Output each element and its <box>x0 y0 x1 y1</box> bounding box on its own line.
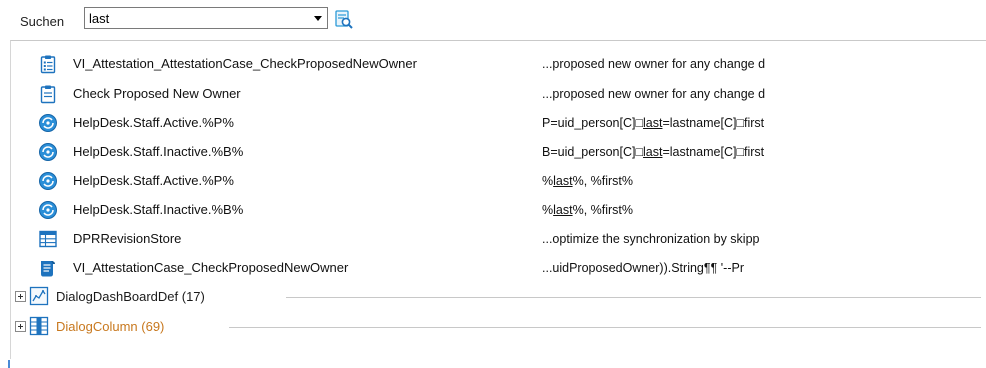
group-divider <box>229 327 981 328</box>
focus-indicator <box>8 360 10 368</box>
globe-script-icon <box>38 113 58 133</box>
clipboard-icon <box>38 84 58 104</box>
search-results-tree: VI_Attestation_AttestationCase_CheckProp… <box>10 40 986 359</box>
result-row[interactable]: DPRRevisionStore ...optimize the synchro… <box>11 228 981 250</box>
search-input[interactable] <box>85 8 307 28</box>
result-name: DPRRevisionStore <box>73 231 182 246</box>
clipboard-list-icon <box>38 54 58 74</box>
table-icon <box>38 229 58 249</box>
script-scroll-icon <box>38 258 58 278</box>
search-database-icon <box>335 10 353 29</box>
result-row[interactable]: HelpDesk.Staff.Inactive.%B% B=uid_person… <box>11 141 981 163</box>
result-row[interactable]: VI_Attestation_AttestationCase_CheckProp… <box>11 53 981 75</box>
result-name: HelpDesk.Staff.Active.%P% <box>73 173 234 188</box>
dashboard-chart-icon <box>29 286 49 306</box>
globe-script-icon <box>38 142 58 162</box>
group-label: DialogColumn (69) <box>56 319 165 334</box>
result-name: HelpDesk.Staff.Inactive.%B% <box>73 144 244 159</box>
search-button[interactable] <box>334 9 354 29</box>
search-combobox[interactable] <box>84 7 328 29</box>
result-row[interactable]: HelpDesk.Staff.Inactive.%B% %last%, %fir… <box>11 199 981 221</box>
result-snippet: ...optimize the synchronization by skipp <box>542 232 760 246</box>
result-row[interactable]: Check Proposed New Owner ...proposed new… <box>11 83 981 105</box>
result-snippet: %last%, %first% <box>542 174 634 188</box>
result-snippet: ...uidProposedOwner)).String¶¶ '--Pr <box>542 261 744 275</box>
result-snippet: %last%, %first% <box>542 203 634 217</box>
search-label: Suchen <box>20 14 65 29</box>
chevron-down-icon <box>314 15 322 21</box>
dropdown-button[interactable] <box>309 8 327 28</box>
globe-script-icon <box>38 200 58 220</box>
globe-script-icon <box>38 171 58 191</box>
expand-icon[interactable] <box>15 321 26 332</box>
expand-icon[interactable] <box>15 291 26 302</box>
result-name: VI_AttestationCase_CheckProposedNewOwner <box>73 260 349 275</box>
group-label: DialogDashBoardDef (17) <box>56 289 205 304</box>
result-snippet: B=uid_person[C]□last=lastname[C]□first <box>542 145 765 159</box>
result-snippet: P=uid_person[C]□last=lastname[C]□first <box>542 116 765 130</box>
group-divider <box>286 297 981 298</box>
search-toolbar: Suchen <box>0 0 986 36</box>
result-name: VI_Attestation_AttestationCase_CheckProp… <box>73 56 417 71</box>
result-name: HelpDesk.Staff.Inactive.%B% <box>73 202 244 217</box>
result-row[interactable]: HelpDesk.Staff.Active.%P% P=uid_person[C… <box>11 112 981 134</box>
result-snippet: ...proposed new owner for any change d <box>542 87 766 101</box>
result-row[interactable]: HelpDesk.Staff.Active.%P% %last%, %first… <box>11 170 981 192</box>
result-snippet: ...proposed new owner for any change d <box>542 57 766 71</box>
group-dialogdashboarddef[interactable]: DialogDashBoardDef (17) <box>11 286 981 308</box>
result-name: Check Proposed New Owner <box>73 86 241 101</box>
table-columns-icon <box>29 316 49 336</box>
result-name: HelpDesk.Staff.Active.%P% <box>73 115 234 130</box>
group-dialogcolumn[interactable]: DialogColumn (69) <box>11 316 981 338</box>
result-row[interactable]: VI_AttestationCase_CheckProposedNewOwner… <box>11 257 981 279</box>
